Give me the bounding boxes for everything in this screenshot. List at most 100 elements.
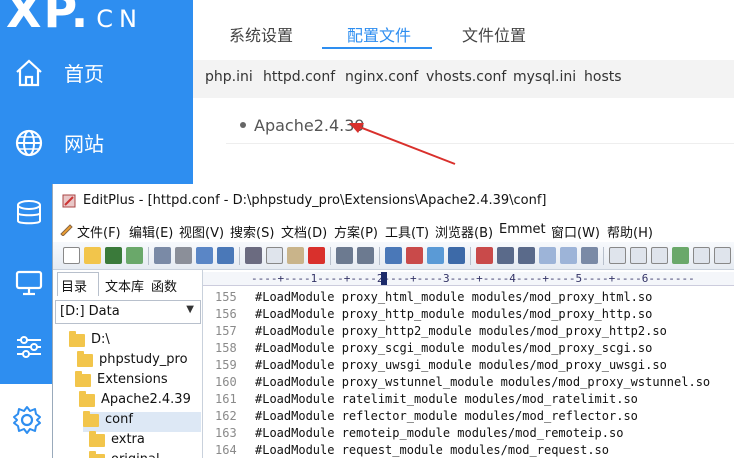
side-tab-directory[interactable]: 目录 [61,276,87,295]
window-icon[interactable] [609,247,626,264]
tree-folder[interactable]: original [89,451,201,458]
chevron-down-icon: ▼ [186,304,194,315]
redo-icon[interactable] [357,247,374,264]
goto-icon[interactable] [427,247,444,264]
side-tab-functions[interactable]: 函数 [151,276,177,295]
copy-icon[interactable] [266,247,283,264]
menu-tools[interactable]: 工具(T) [385,222,429,241]
pencil-icon [60,224,73,236]
menu-emmet[interactable]: Emmet [499,222,546,237]
subtab-httpd-conf[interactable]: httpd.conf [263,69,335,85]
app-logo: XP. CN [6,0,143,38]
directory-panel: 目录 文本库 函数 [D:] Data ▼ D:\ phpstudy_pro E… [53,270,203,458]
delete-icon[interactable] [308,247,325,264]
fullscreen-icon[interactable] [693,247,710,264]
ruler-cursor-marker [381,272,387,285]
settings-icon[interactable] [581,247,598,264]
active-tab-indicator [322,47,432,49]
drive-select-value: [D:] Data [60,304,120,319]
menu-project[interactable]: 方案(P) [334,222,378,241]
print-icon[interactable] [175,247,192,264]
gear-icon [13,406,41,434]
tab-system-settings[interactable]: 系统设置 [229,22,293,46]
html-toolbar-icon[interactable] [497,247,514,264]
new-file-icon[interactable] [63,247,80,264]
sidebar-item-active-gear[interactable] [0,384,52,458]
browser-icon[interactable] [217,247,234,264]
home-icon [16,59,42,87]
sidebar-item-label: 网站 [64,132,104,156]
tab-file-location[interactable]: 文件位置 [462,22,526,46]
tree-folder[interactable]: extra [89,431,201,452]
subtab-php-ini[interactable]: php.ini [205,69,253,85]
menu-help[interactable]: 帮助(H) [607,222,653,241]
cut-icon[interactable] [245,247,262,264]
editplus-titlebar: EditPlus - [httpd.conf - D:\phpstudy_pro… [53,184,734,218]
undo-icon[interactable] [336,247,353,264]
print-preview-icon[interactable] [154,247,171,264]
code-line: 163 #LoadModule remoteip_module modules/m… [215,426,624,440]
tree-folder[interactable]: D:\ [69,331,201,352]
menu-browser[interactable]: 浏览器(B) [435,222,493,241]
sidebar-item-website[interactable]: 网站 [0,114,193,178]
folder-icon [75,371,91,387]
output-window-icon[interactable] [651,247,668,264]
find-icon[interactable] [385,247,402,264]
paste-icon[interactable] [287,247,304,264]
cliptext-icon[interactable] [672,247,689,264]
indent-icon[interactable] [448,247,465,264]
config-file-tabs: php.ini httpd.conf nginx.conf vhosts.con… [193,60,734,98]
menu-view[interactable]: 视图(V) [179,222,224,241]
toolbar-separator [239,247,240,265]
ruler-icon[interactable] [560,247,577,264]
menu-window[interactable]: 窗口(W) [551,222,600,241]
subtab-hosts[interactable]: hosts [584,69,622,85]
save-icon[interactable] [105,247,122,264]
code-line: 157 #LoadModule proxy_http2_module module… [215,324,667,338]
tree-folder[interactable]: Apache2.4.39 [79,391,201,412]
editplus-app-icon [62,194,76,208]
side-tab-cliptext[interactable]: 文本库 [105,276,144,295]
toolbar-separator [379,247,380,265]
folder-icon [89,451,105,458]
code-line: 158 #LoadModule proxy_scgi_module modules… [215,341,653,355]
code-line: 156 #LoadModule proxy_http_module modules… [215,307,653,321]
tree-folder[interactable]: phpstudy_pro [77,351,201,372]
word-wrap-icon[interactable] [518,247,535,264]
menu-document[interactable]: 文档(D) [281,222,327,241]
directory-window-icon[interactable] [630,247,647,264]
drive-select[interactable]: [D:] Data ▼ [55,300,201,324]
subtab-mysql-ini[interactable]: mysql.ini [513,69,576,85]
folder-icon [79,391,95,407]
menu-edit[interactable]: 编辑(E) [129,222,173,241]
menu-search[interactable]: 搜索(S) [230,222,274,241]
open-folder-icon[interactable] [84,247,101,264]
code-line: 155 #LoadModule proxy_html_module modules… [215,290,653,304]
tree-folder[interactable]: Extensions [75,371,201,392]
tree-folder-selected[interactable]: conf [83,411,201,432]
font-icon[interactable] [476,247,493,264]
spellcheck-icon[interactable] [196,247,213,264]
sidebar-item-home[interactable]: 首页 [0,44,193,108]
code-line: 161 #LoadModule ratelimit_module modules/… [215,392,638,406]
toolbar-separator [148,247,149,265]
code-line: 160 #LoadModule proxy_wstunnel_module mod… [215,375,711,389]
save-all-icon[interactable] [126,247,143,264]
code-line: 164 #LoadModule request_module modules/mo… [215,443,610,457]
window-title: EditPlus - [httpd.conf - D:\phpstudy_pro… [83,193,547,208]
code-line: 159 #LoadModule proxy_uwsgi_module module… [215,358,667,372]
split-icon[interactable] [714,247,731,264]
globe-icon [15,129,43,157]
tab-config-files[interactable]: 配置文件 [347,22,411,46]
code-editor[interactable]: ----+----1----+----2----+----3----+----4… [203,270,734,458]
subtab-nginx-conf[interactable]: nginx.conf [345,69,418,85]
bullet-dot [240,121,246,128]
line-number-icon[interactable] [539,247,556,264]
menu-file[interactable]: 文件(F) [77,222,121,241]
folder-icon [77,351,93,367]
replace-icon[interactable] [406,247,423,264]
column-ruler: ----+----1----+----2----+----3----+----4… [203,272,734,286]
toolbar-separator [330,247,331,265]
code-line: 162 #LoadModule reflector_module modules/… [215,409,638,423]
subtab-vhosts-conf[interactable]: vhosts.conf [426,69,506,85]
